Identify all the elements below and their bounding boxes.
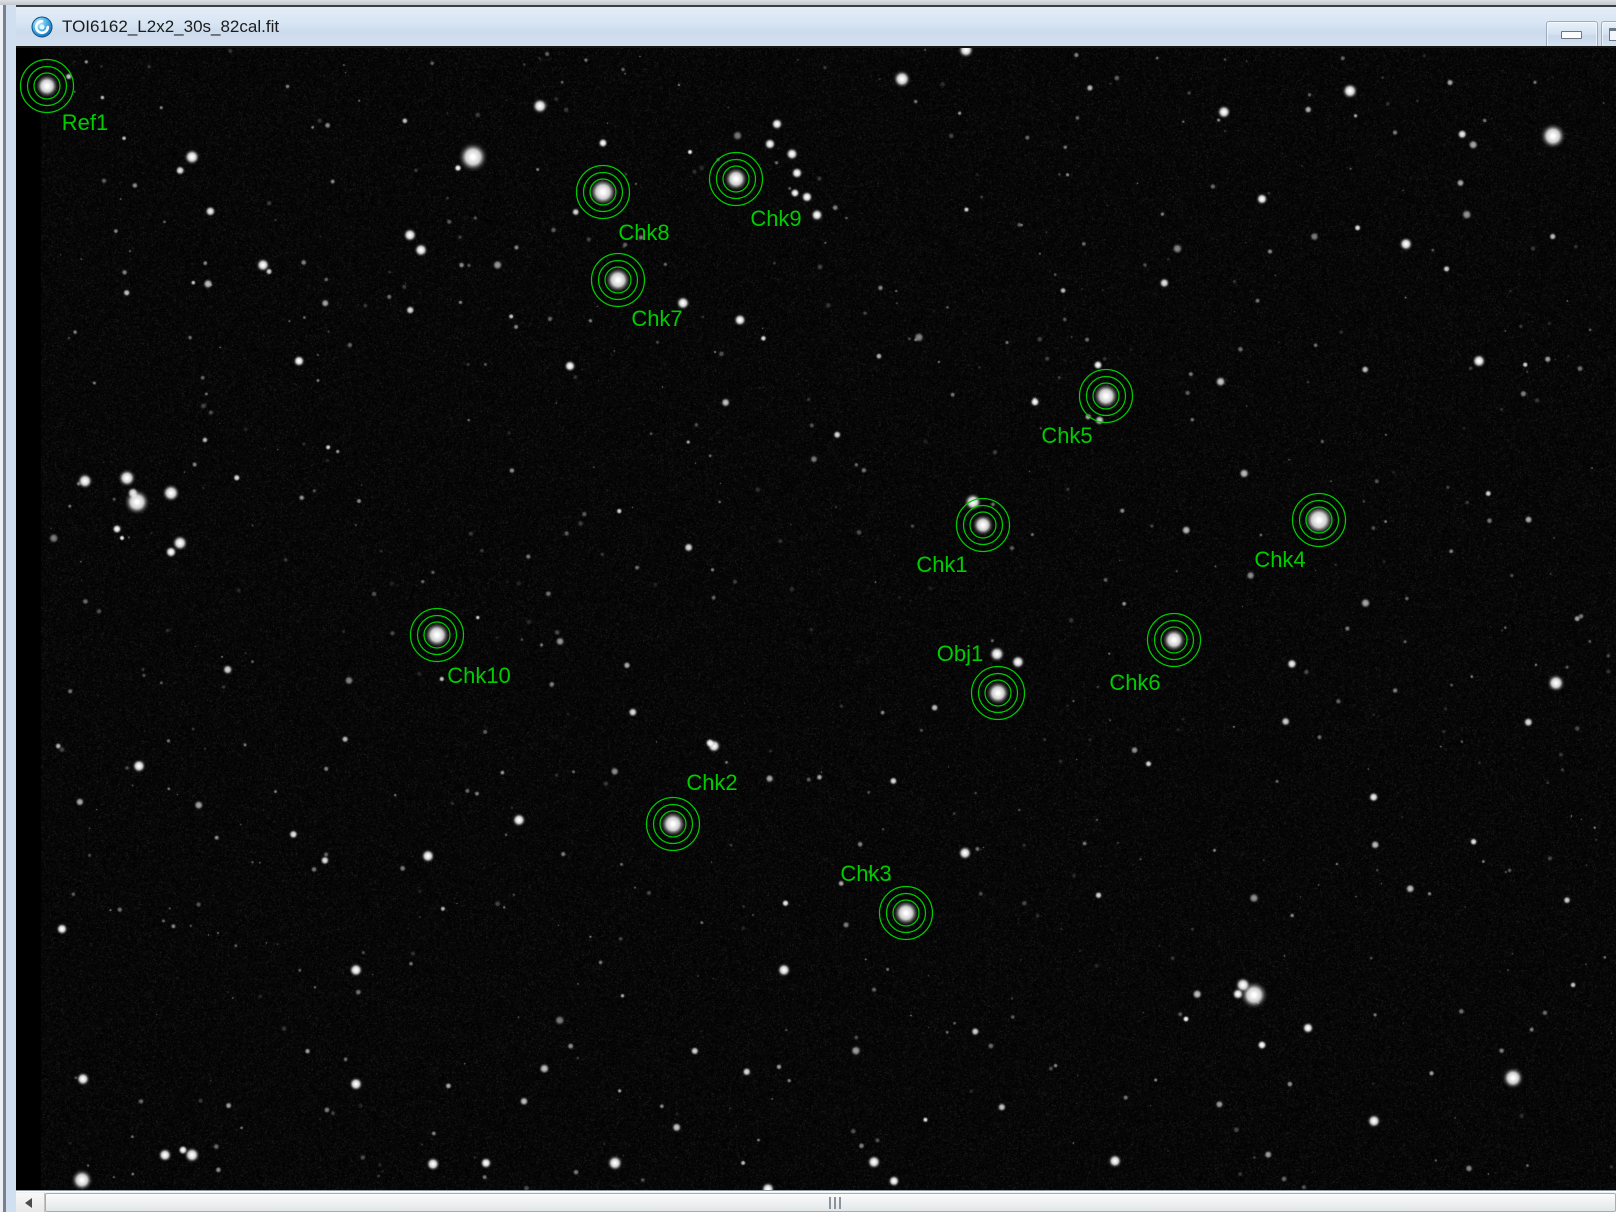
aperture-ring — [424, 622, 450, 648]
annotation-chk8[interactable]: Chk8 — [577, 166, 670, 246]
aperture-ring — [964, 506, 1003, 545]
scrollbar-thumb[interactable] — [45, 1193, 1616, 1212]
aperture-ring — [584, 173, 623, 212]
maximize-icon — [1609, 28, 1616, 41]
annotation-label: Chk7 — [631, 306, 682, 331]
annotation-chk9[interactable]: Chk9 — [710, 153, 802, 232]
annotation-label: Chk5 — [1041, 423, 1092, 448]
aperture-ring — [1306, 507, 1332, 533]
aperture-ring — [893, 900, 919, 926]
annotation-chk5[interactable]: Chk5 — [1041, 370, 1132, 449]
aperture-ring — [1161, 627, 1187, 653]
annotation-chk1[interactable]: Chk1 — [916, 499, 1009, 578]
annotation-chk6[interactable]: Chk6 — [1109, 614, 1200, 696]
titlebar[interactable]: TOI6162_L2x2_30s_82cal.fit — [16, 7, 1616, 46]
scrollbar-grip-icon — [829, 1197, 842, 1209]
maximize-button[interactable] — [1601, 21, 1616, 49]
aperture-ring — [34, 73, 60, 99]
annotation-chk10[interactable]: Chk10 — [411, 609, 511, 689]
aperture-ring — [1087, 377, 1126, 416]
aperture-ring — [1155, 621, 1194, 660]
aperture-ring — [979, 674, 1018, 713]
window-title: TOI6162_L2x2_30s_82cal.fit — [62, 7, 279, 46]
aperture-ring — [418, 616, 457, 655]
annotation-chk3[interactable]: Chk3 — [840, 861, 932, 940]
aperture-ring — [577, 166, 630, 219]
annotation-label: Ref1 — [62, 110, 108, 135]
maxim-document-icon[interactable] — [31, 16, 53, 38]
annotation-label: Chk6 — [1109, 670, 1160, 695]
annotation-label: Obj1 — [937, 641, 983, 666]
aperture-ring — [1148, 614, 1201, 667]
aperture-ring — [1293, 494, 1346, 547]
aperture-ring — [880, 887, 933, 940]
aperture-ring — [605, 267, 631, 293]
annotation-label: Chk4 — [1254, 547, 1305, 572]
annotation-chk2[interactable]: Chk2 — [647, 770, 738, 851]
aperture-ring — [710, 153, 763, 206]
annotation-label: Chk3 — [840, 861, 891, 886]
aperture-ring — [985, 680, 1011, 706]
annotation-chk7[interactable]: Chk7 — [592, 254, 683, 332]
aperture-ring — [972, 667, 1025, 720]
aperture-ring — [599, 261, 638, 300]
left-arrow-icon — [25, 1198, 32, 1208]
annotation-label: Chk9 — [750, 206, 801, 231]
annotation-chk4[interactable]: Chk4 — [1254, 494, 1345, 573]
aperture-ring — [957, 499, 1010, 552]
annotation-label: Chk1 — [916, 552, 967, 577]
aperture-ring — [411, 609, 464, 662]
aperture-ring — [28, 67, 67, 106]
annotation-label: Chk2 — [686, 770, 737, 795]
aperture-ring — [970, 512, 996, 538]
fits-image-window: TOI6162_L2x2_30s_82cal.fit Ref1 Chk8 Chk9 C… — [0, 0, 1616, 1212]
aperture-ring — [1093, 383, 1119, 409]
annotation-obj1[interactable]: Obj1 — [937, 641, 1025, 720]
aperture-ring — [887, 894, 926, 933]
annotation-label: Chk8 — [618, 220, 669, 245]
aperture-ring — [654, 805, 693, 844]
annotation-overlay: Ref1 Chk8 Chk9 Chk7 Chk5 Chk1 Chk4 Obj1 Chk6 Chk1… — [16, 48, 1616, 1190]
aperture-ring — [647, 798, 700, 851]
scroll-left-button[interactable] — [16, 1193, 45, 1212]
aperture-ring — [590, 179, 616, 205]
aperture-ring — [660, 811, 686, 837]
minimize-icon — [1561, 31, 1582, 39]
annotation-ref1[interactable]: Ref1 — [21, 60, 109, 136]
aperture-ring — [21, 60, 74, 113]
aperture-ring — [1300, 501, 1339, 540]
aperture-ring — [592, 254, 645, 307]
aperture-ring — [723, 166, 749, 192]
annotation-label: Chk10 — [447, 663, 511, 688]
horizontal-scrollbar — [16, 1190, 1616, 1212]
image-viewport: Ref1 Chk8 Chk9 Chk7 Chk5 Chk1 Chk4 Obj1 Chk6 Chk1… — [16, 46, 1616, 1192]
aperture-ring — [717, 160, 756, 199]
scrollbar-track[interactable] — [45, 1193, 1616, 1212]
minimize-button[interactable] — [1546, 21, 1598, 49]
window-frame-left — [0, 5, 16, 1212]
aperture-ring — [1080, 370, 1133, 423]
